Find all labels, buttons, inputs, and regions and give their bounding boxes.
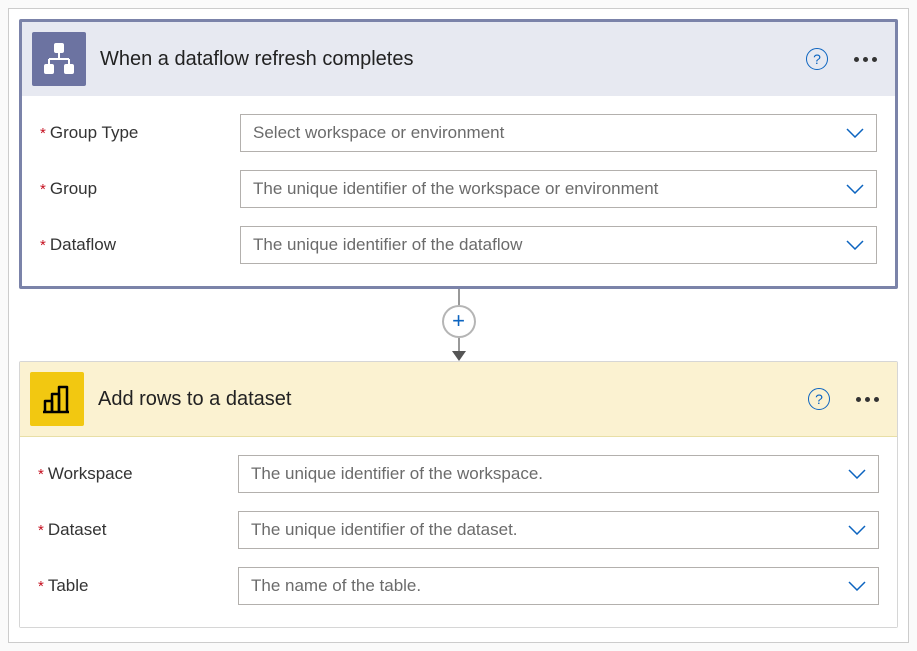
- powerbi-icon: [30, 372, 84, 426]
- trigger-actions: ?: [806, 48, 881, 70]
- dataflow-select[interactable]: The unique identifier of the dataflow: [240, 226, 877, 264]
- dataset-select[interactable]: The unique identifier of the dataset.: [238, 511, 879, 549]
- flow-canvas: When a dataflow refresh completes ? *Gro…: [8, 8, 909, 643]
- field-table: *Table The name of the table.: [38, 567, 879, 605]
- action-title: Add rows to a dataset: [98, 388, 794, 411]
- field-group-type: *Group Type Select workspace or environm…: [40, 114, 877, 152]
- chevron-down-icon: [848, 581, 866, 591]
- trigger-title: When a dataflow refresh completes: [100, 48, 792, 71]
- trigger-body: *Group Type Select workspace or environm…: [22, 96, 895, 286]
- field-dataset: *Dataset The unique identifier of the da…: [38, 511, 879, 549]
- required-marker: *: [38, 466, 44, 483]
- required-marker: *: [40, 125, 46, 142]
- field-label: *Group: [40, 179, 240, 199]
- trigger-header[interactable]: When a dataflow refresh completes ?: [22, 22, 895, 96]
- required-marker: *: [40, 237, 46, 254]
- chevron-down-icon: [846, 184, 864, 194]
- more-icon[interactable]: [850, 53, 881, 66]
- action-body: *Workspace The unique identifier of the …: [20, 437, 897, 627]
- plus-icon: +: [452, 310, 465, 332]
- chevron-down-icon: [846, 240, 864, 250]
- required-marker: *: [38, 522, 44, 539]
- required-marker: *: [40, 181, 46, 198]
- field-group: *Group The unique identifier of the work…: [40, 170, 877, 208]
- trigger-card: When a dataflow refresh completes ? *Gro…: [19, 19, 898, 289]
- connector: +: [19, 289, 898, 361]
- chevron-down-icon: [848, 525, 866, 535]
- group-type-select[interactable]: Select workspace or environment: [240, 114, 877, 152]
- field-dataflow: *Dataflow The unique identifier of the d…: [40, 226, 877, 264]
- table-select[interactable]: The name of the table.: [238, 567, 879, 605]
- required-marker: *: [38, 578, 44, 595]
- group-select[interactable]: The unique identifier of the workspace o…: [240, 170, 877, 208]
- action-actions: ?: [808, 388, 883, 410]
- action-header[interactable]: Add rows to a dataset ?: [20, 362, 897, 437]
- help-icon[interactable]: ?: [806, 48, 828, 70]
- dataflow-icon: [32, 32, 86, 86]
- chevron-down-icon: [846, 128, 864, 138]
- connector-line: [458, 289, 460, 305]
- workspace-select[interactable]: The unique identifier of the workspace.: [238, 455, 879, 493]
- field-label: *Table: [38, 576, 238, 596]
- add-step-button[interactable]: +: [442, 305, 476, 339]
- field-label: *Group Type: [40, 123, 240, 143]
- chevron-down-icon: [848, 469, 866, 479]
- connector-line: [458, 338, 460, 352]
- arrow-down-icon: [452, 351, 466, 361]
- field-workspace: *Workspace The unique identifier of the …: [38, 455, 879, 493]
- more-icon[interactable]: [852, 393, 883, 406]
- help-icon[interactable]: ?: [808, 388, 830, 410]
- field-label: *Dataset: [38, 520, 238, 540]
- field-label: *Dataflow: [40, 235, 240, 255]
- action-card: Add rows to a dataset ? *Workspace The u…: [19, 361, 898, 628]
- field-label: *Workspace: [38, 464, 238, 484]
